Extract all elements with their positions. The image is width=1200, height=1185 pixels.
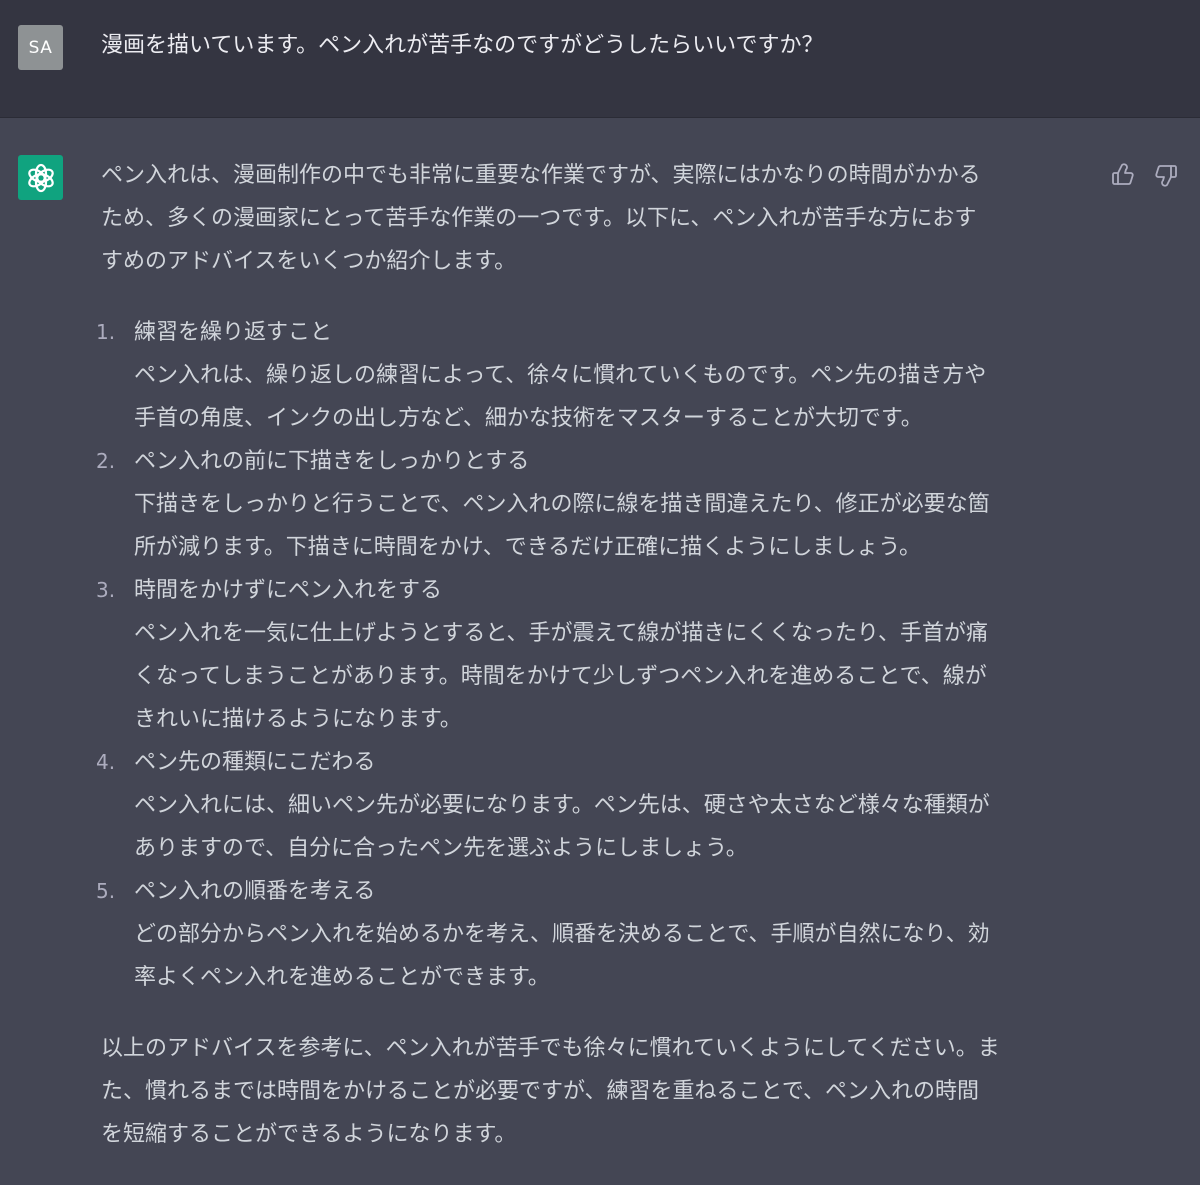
list-item: 3. 時間をかけずにペン入れをする ペン入れを一気に仕上げようとすると、手が震え…	[96, 569, 1091, 741]
user-message-text: 漫画を描いています。ペン入れが苦手なのですがどうしたらいいですか？	[101, 33, 824, 58]
list-item-body: ペン入れには、細いペン先が必要になります。ペン先は、硬さや太さなど様々な種類が …	[134, 793, 990, 861]
list-item-title: ペン入れの前に下描きをしっかりとする	[134, 449, 530, 474]
thumbs-up-button[interactable]	[1110, 162, 1136, 188]
list-item-title: ペン入れの順番を考える	[134, 879, 376, 904]
list-item-title: ペン先の種類にこだわる	[134, 750, 376, 775]
list-item-body: ペン入れを一気に仕上げようとすると、手が震えて線が描きにくくなったり、手首が痛 …	[134, 621, 989, 732]
user-avatar: SA	[18, 25, 63, 70]
list-item: 1. 練習を繰り返すこと ペン入れは、繰り返しの練習によって、徐々に慣れていくも…	[96, 311, 1091, 440]
list-item-number: 3.	[96, 578, 116, 602]
list-item: 4. ペン先の種類にこだわる ペン入れには、細いペン先が必要になります。ペン先は…	[96, 741, 1091, 870]
list-item-body: ペン入れは、繰り返しの練習によって、徐々に慣れていくものです。ペン先の描き方や …	[134, 363, 987, 431]
list-item-title: 練習を繰り返すこと	[134, 320, 333, 345]
thumbs-up-icon	[1112, 163, 1134, 185]
list-item: 2. ペン入れの前に下描きをしっかりとする 下描きをしっかりと行うことで、ペン入…	[96, 440, 1091, 569]
user-message-row: SA 漫画を描いています。ペン入れが苦手なのですがどうしたらいいですか？	[0, 0, 1200, 118]
list-item-number: 1.	[96, 320, 116, 344]
list-item-number: 5.	[96, 879, 116, 903]
thumbs-down-button[interactable]	[1153, 162, 1179, 188]
list-item-title: 時間をかけずにペン入れをする	[134, 578, 443, 603]
assistant-message-row: ペン入れは、漫画制作の中でも非常に重要な作業ですが、実際にはかなりの時間がかかる…	[0, 118, 1200, 1185]
list-item-number: 4.	[96, 750, 116, 774]
answer-outro: 以上のアドバイスを参考に、ペン入れが苦手でも徐々に慣れていくようにしてください。…	[101, 1036, 1000, 1147]
assistant-answer: ペン入れは、漫画制作の中でも非常に重要な作業ですが、実際にはかなりの時間がかかる…	[96, 154, 1091, 1156]
list-item: 5. ペン入れの順番を考える どの部分からペン入れを始めるかを考え、順番を決める…	[96, 870, 1091, 999]
thumbs-down-icon	[1155, 165, 1177, 187]
list-item-body: 下描きをしっかりと行うことで、ペン入れの際に線を描き間違えたり、修正が必要な箇 …	[134, 492, 990, 560]
list-item-body: どの部分からペン入れを始めるかを考え、順番を決めることで、手順が自然になり、効 …	[134, 922, 990, 990]
answer-intro: ペン入れは、漫画制作の中でも非常に重要な作業ですが、実際にはかなりの時間がかかる…	[101, 163, 981, 274]
openai-logo-icon	[18, 155, 63, 200]
list-item-number: 2.	[96, 449, 116, 473]
advice-list: 1. 練習を繰り返すこと ペン入れは、繰り返しの練習によって、徐々に慣れていくも…	[96, 311, 1091, 999]
